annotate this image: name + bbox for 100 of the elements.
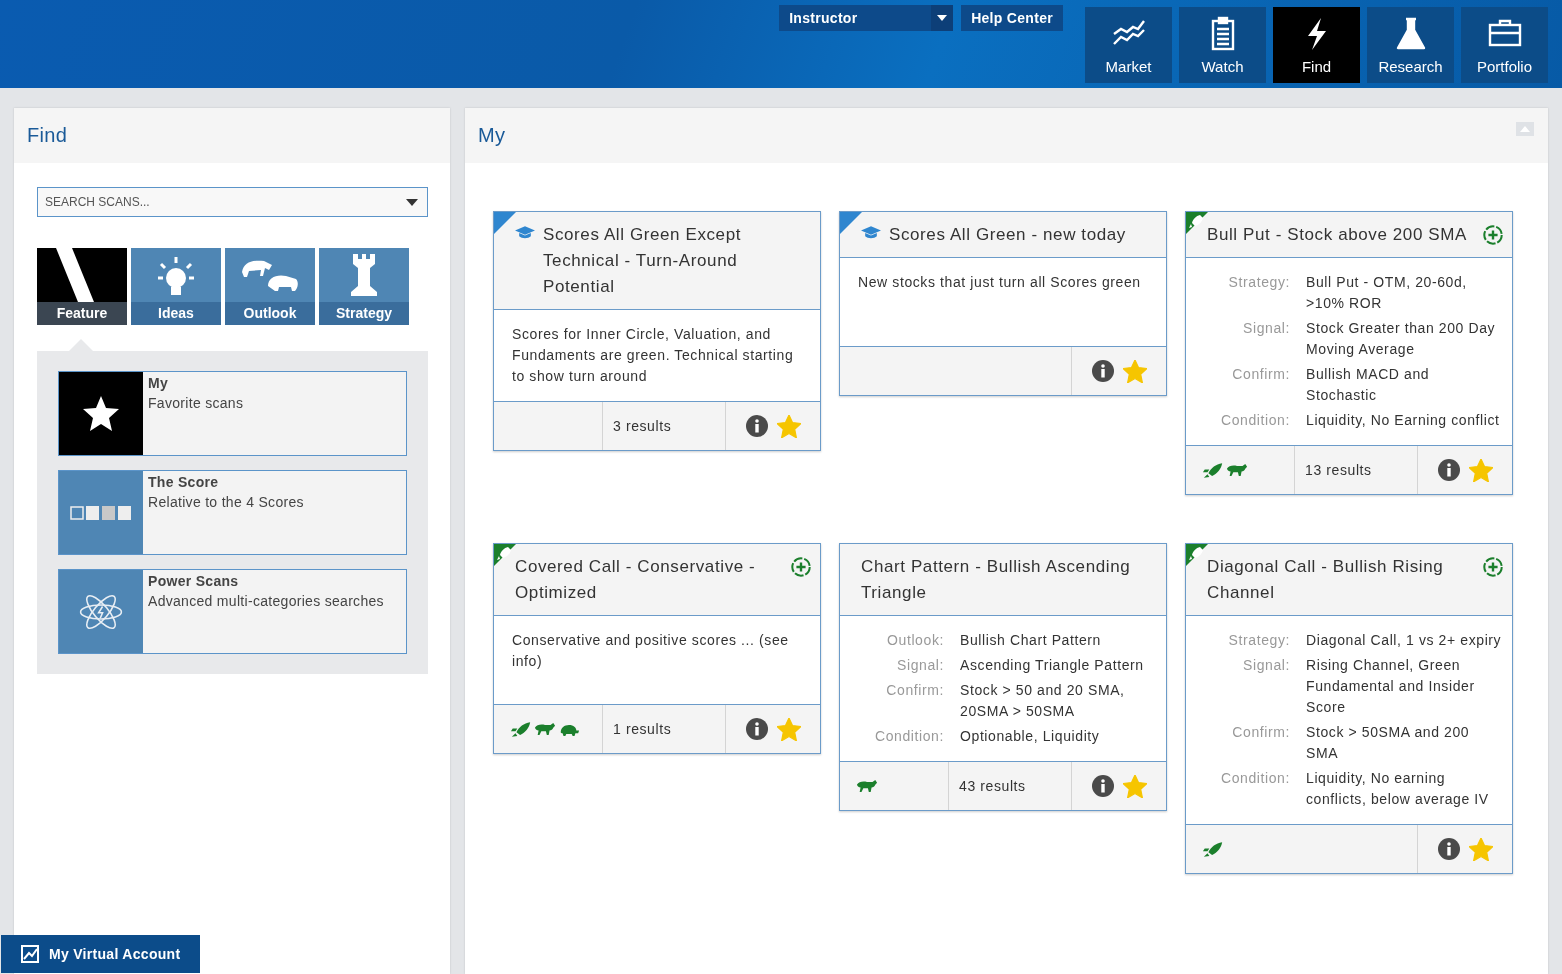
- scan-card[interactable]: Covered Call - Conservative - Optimized Conservative and positive scores ... (see info) 1 results: [493, 543, 821, 754]
- scan-list-item[interactable]: My Favorite scans: [58, 371, 407, 456]
- field-label: Signal:: [1242, 319, 1290, 338]
- card-title: Chart Pattern - Bullish Ascending Triangle: [861, 556, 1132, 604]
- chart-box-icon: [21, 945, 39, 963]
- scan-card[interactable]: Chart Pattern - Bullish Ascending Triangle Outlook: Bullish Chart Pattern Signal: Ascending Triangle Pattern Confirm: Stock > 50 and 20 SMA, 20SMA > 50SMA Condition: Optionable, Liquidity 43 results: [839, 543, 1167, 811]
- field-label: Signal:: [896, 656, 944, 675]
- nav-tab[interactable]: Find: [1273, 7, 1360, 83]
- category-tile[interactable]: Ideas: [131, 248, 221, 325]
- corner-flag-icon: [494, 212, 516, 234]
- score-blocks-icon: [70, 505, 132, 520]
- field-label: Confirm:: [1231, 723, 1290, 742]
- scan-list-item[interactable]: Power Scans Advanced multi-categories searches: [58, 569, 407, 654]
- chess-rook-icon: [351, 254, 377, 296]
- info-icon[interactable]: [745, 415, 768, 437]
- scan-list-item[interactable]: The Score Relative to the 4 Scores: [58, 470, 407, 555]
- field-label: Signal:: [1242, 656, 1290, 675]
- favorite-star-icon[interactable]: [1122, 359, 1147, 383]
- field-label: Condition:: [1219, 411, 1290, 430]
- info-icon[interactable]: [1437, 459, 1460, 481]
- field-label: Condition:: [873, 727, 944, 746]
- scan-card[interactable]: Scores All Green - new today New stocks that just turn all Scores green: [839, 211, 1167, 396]
- favorite-star-icon[interactable]: [1122, 774, 1147, 798]
- card-title: Scores All Green Except Technical - Turn-Around Potential: [543, 224, 743, 298]
- bull-icon: [1226, 461, 1248, 479]
- field-value: Ascending Triangle Pattern: [960, 656, 1145, 675]
- add-icon[interactable]: [1482, 224, 1504, 246]
- favorite-star-icon[interactable]: [776, 717, 801, 741]
- info-icon[interactable]: [1091, 775, 1114, 797]
- add-icon[interactable]: [1482, 556, 1504, 578]
- field-label: Strategy:: [1227, 631, 1290, 650]
- field-label: Confirm:: [1231, 365, 1290, 384]
- corner-flag-icon: [840, 212, 862, 234]
- role-select[interactable]: Instructor: [779, 5, 954, 31]
- field-value: Liquidity, No Earning conflict: [1306, 411, 1501, 430]
- favorite-star-icon[interactable]: [776, 414, 801, 438]
- bull-icon: [534, 720, 556, 738]
- field-value: Bull Put - OTM, 20-60d, >10% ROR: [1306, 273, 1468, 313]
- panel-title: My: [478, 124, 506, 147]
- caret-icon: [931, 5, 954, 31]
- help-center-button[interactable]: Help Center: [961, 5, 1063, 31]
- item-title: The Score: [148, 474, 220, 490]
- field-value: Bullish Chart Pattern: [960, 631, 1102, 650]
- card-title: Scores All Green - new today: [889, 224, 1127, 246]
- rocket-icon: [1202, 840, 1224, 858]
- card-description: Scores for Inner Circle, Valuation, and Fundaments are green. Technical starting to show turn around: [512, 325, 795, 386]
- panel-title: Find: [27, 124, 68, 147]
- nav-tab[interactable]: Watch: [1179, 7, 1266, 83]
- graduation-cap-icon: [861, 226, 881, 240]
- favorite-star-icon[interactable]: [1468, 837, 1493, 861]
- field-label: Condition:: [1219, 769, 1290, 788]
- rocket-icon: [1202, 461, 1224, 479]
- category-tile[interactable]: Strategy: [319, 248, 409, 325]
- item-subtitle: Relative to the 4 Scores: [148, 494, 304, 510]
- field-value: Stock Greater than 200 Day Moving Average: [1306, 319, 1497, 359]
- card-description: Conservative and positive scores ... (see info): [512, 631, 790, 671]
- bull-icon: [856, 777, 878, 795]
- scan-card[interactable]: [1185, 543, 1513, 874]
- rocket-corner-icon: [1186, 544, 1208, 566]
- field-value: Bullish MACD and Stochastic: [1306, 365, 1431, 405]
- lightbulb-icon: [157, 254, 195, 296]
- item-subtitle: Advanced multi-categories searches: [148, 593, 384, 609]
- field-label: Confirm:: [885, 681, 944, 700]
- field-value: Liquidity, No earning conflicts, below average IV: [1306, 769, 1490, 809]
- card-description: New stocks that just turn all Scores green: [858, 273, 1142, 292]
- field-value: Diagonal Call, 1 vs 2+ expiry: [1306, 631, 1502, 650]
- field-value: Stock > 50SMA and 200 SMA: [1306, 723, 1471, 763]
- nav-tab[interactable]: Research: [1367, 7, 1454, 83]
- spotlight-icon: [56, 248, 94, 302]
- favorite-star-icon[interactable]: [1468, 458, 1493, 482]
- scan-card[interactable]: Scores All Green Except Technical - Turn-Around Potential Scores for Inner Circle, Valuation, and Fundaments are green. Technical starting to show turn around 3 results: [493, 211, 821, 451]
- virtual-account-button[interactable]: My Virtual Account: [1, 935, 200, 973]
- card-title: Diagonal Call - Bullish Rising Channel: [1207, 556, 1445, 604]
- field-value: Stock > 50 and 20 SMA, 20SMA > 50SMA: [960, 681, 1126, 721]
- nav-tab[interactable]: Market: [1085, 7, 1172, 83]
- add-icon[interactable]: [790, 556, 812, 578]
- search-field[interactable]: SEARCH SCANS...: [37, 187, 428, 217]
- rocket-icon: [510, 720, 532, 738]
- caret-icon: [406, 199, 418, 206]
- bull-bear-icon: [241, 258, 299, 292]
- field-label: Outlook:: [886, 631, 944, 650]
- scan-card[interactable]: [1185, 211, 1513, 495]
- category-tile[interactable]: Outlook: [225, 248, 315, 325]
- field-label: Strategy:: [1227, 273, 1290, 292]
- info-icon[interactable]: [745, 718, 768, 740]
- card-title: Bull Put - Stock above 200 SMA: [1207, 224, 1468, 246]
- item-title: My: [148, 375, 170, 391]
- item-title: Power Scans: [148, 573, 240, 589]
- graduation-cap-icon: [515, 226, 535, 240]
- card-title: Covered Call - Conservative - Optimized: [515, 556, 757, 604]
- category-tile[interactable]: Feature: [37, 248, 127, 325]
- info-icon[interactable]: [1437, 838, 1460, 860]
- item-subtitle: Favorite scans: [148, 395, 244, 411]
- rocket-corner-icon: [1186, 212, 1208, 234]
- field-value: Rising Channel, Green Fundamental and Insider Score: [1306, 656, 1476, 717]
- rocket-corner-icon: [494, 544, 516, 566]
- nav-tab[interactable]: Portfolio: [1461, 7, 1548, 83]
- field-value: Optionable, Liquidity: [960, 727, 1101, 746]
- info-icon[interactable]: [1091, 360, 1114, 382]
- role-value: Instructor: [789, 10, 858, 26]
